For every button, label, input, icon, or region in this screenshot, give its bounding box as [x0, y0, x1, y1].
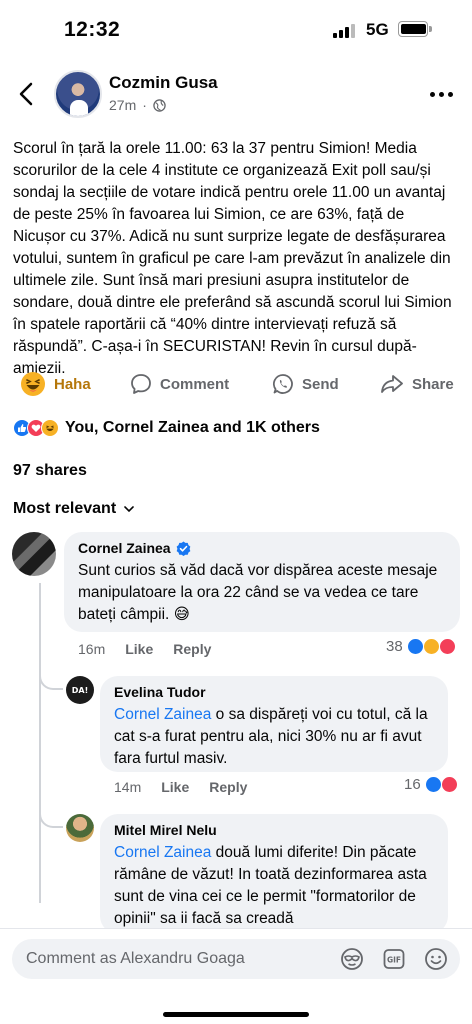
comment-bubble: Cornel Zainea Sunt curios să văd dacă vo… — [64, 532, 460, 632]
commenter-name[interactable]: Cornel Zainea — [78, 540, 171, 556]
haha-icon — [21, 372, 45, 396]
like-comment-button[interactable]: Like — [125, 641, 153, 657]
emoji-icon — [425, 948, 447, 970]
comment-reactions[interactable]: 16 — [404, 776, 458, 793]
haha-reaction-icon — [41, 419, 59, 437]
comment-text: Cornel Zainea o sa dispăreți voi cu totu… — [114, 706, 428, 767]
signal-icon — [333, 24, 355, 38]
comment-meta: 14m Like Reply — [114, 779, 247, 795]
battery-icon — [398, 21, 432, 37]
svg-text:GIF: GIF — [387, 956, 401, 965]
avatar-frame-icon — [341, 948, 363, 970]
verified-badge-icon — [176, 540, 190, 556]
commenter-name[interactable]: Mitel Mirel Nelu — [114, 822, 434, 838]
more-options-button[interactable] — [426, 82, 456, 106]
author-name[interactable]: Cozmin Gusa — [109, 73, 218, 93]
gif-button[interactable]: GIF — [380, 945, 408, 973]
share-label: Share — [412, 375, 454, 393]
like-reaction-icon — [406, 638, 424, 655]
like-comment-button[interactable]: Like — [161, 779, 189, 795]
comment-label: Comment — [160, 375, 230, 393]
comment-meta: 16m Like Reply — [78, 641, 211, 657]
avatar-frame-button[interactable] — [338, 945, 366, 973]
reply-button[interactable]: Reply — [173, 641, 211, 657]
author-avatar[interactable] — [54, 70, 102, 118]
post-text: Scorul în țară la orele 11.00: 63 la 37 … — [13, 140, 452, 377]
post-header: Cozmin Gusa 27m · — [0, 66, 472, 126]
reply-button[interactable]: Reply — [209, 779, 247, 795]
comment-button[interactable]: Comment — [130, 368, 229, 400]
home-indicator[interactable] — [163, 1012, 309, 1017]
comment-input[interactable]: Comment as Alexandru Goaga GIF — [12, 939, 460, 979]
mention-link[interactable]: Cornel Zainea — [114, 844, 211, 861]
mention-link[interactable]: Cornel Zainea — [114, 706, 211, 723]
send-label: Send — [302, 375, 339, 393]
comment-time: 14m — [114, 779, 142, 795]
love-reaction-icon — [440, 776, 458, 793]
haha-reaction-icon — [422, 638, 440, 655]
gif-icon: GIF — [383, 949, 405, 969]
send-button[interactable]: Send — [272, 368, 339, 400]
sort-dropdown[interactable]: Most relevant — [13, 500, 134, 518]
comment-reactions[interactable]: 38 — [386, 638, 456, 655]
comment-text: Sunt curios să văd dacă vor dispărea ace… — [78, 562, 438, 623]
comment-text: Cornel Zainea două lumi diferite! Din pă… — [114, 844, 427, 927]
commenter-avatar[interactable] — [12, 532, 56, 576]
love-reaction-icon — [438, 638, 456, 655]
status-time: 12:32 — [64, 18, 121, 41]
share-icon — [381, 375, 403, 393]
haha-label: Haha — [54, 375, 91, 393]
status-bar: 12:32 5G — [0, 0, 472, 60]
thread-line — [39, 583, 41, 903]
commenter-avatar[interactable]: DA! — [66, 676, 94, 704]
comment-bubble: Evelina Tudor Cornel Zainea o sa dispăre… — [100, 676, 448, 772]
comment-time: 16m — [78, 641, 106, 657]
like-reaction-icon — [424, 776, 442, 793]
thread-connector — [39, 660, 63, 690]
commenter-name[interactable]: Evelina Tudor — [114, 684, 434, 700]
back-button[interactable] — [10, 76, 42, 112]
shares-count[interactable]: 97 shares — [13, 462, 87, 480]
reaction-count: 16 — [404, 776, 421, 793]
reactions-summary[interactable]: You, Cornel Zainea and 1K others — [13, 415, 320, 441]
avatar-logo-icon: DA! — [71, 685, 89, 695]
network-label: 5G — [366, 20, 389, 39]
whatsapp-icon — [273, 374, 293, 394]
emoji-button[interactable] — [422, 945, 450, 973]
comment-placeholder: Comment as Alexandru Goaga — [26, 950, 245, 967]
share-button[interactable]: Share — [380, 368, 454, 400]
comment-bubble: Mitel Mirel Nelu Cornel Zainea două lumi… — [100, 814, 448, 934]
comment-composer: Comment as Alexandru Goaga GIF — [0, 928, 472, 1024]
globe-icon — [153, 98, 166, 112]
back-arrow-icon — [19, 82, 33, 106]
reaction-count: 38 — [386, 638, 403, 655]
sort-label: Most relevant — [13, 500, 117, 517]
chevron-down-icon — [124, 505, 134, 512]
haha-button[interactable]: Haha — [20, 368, 91, 400]
post-time: 27m — [109, 97, 137, 113]
post-meta: 27m · — [109, 97, 166, 113]
post-actions: Haha Comment Send Share — [0, 368, 472, 400]
more-dots-icon — [429, 91, 435, 97]
comment-icon — [131, 374, 151, 394]
thread-connector — [39, 800, 63, 828]
commenter-avatar[interactable] — [66, 814, 94, 842]
reactions-text: You, Cornel Zainea and 1K others — [65, 419, 320, 436]
